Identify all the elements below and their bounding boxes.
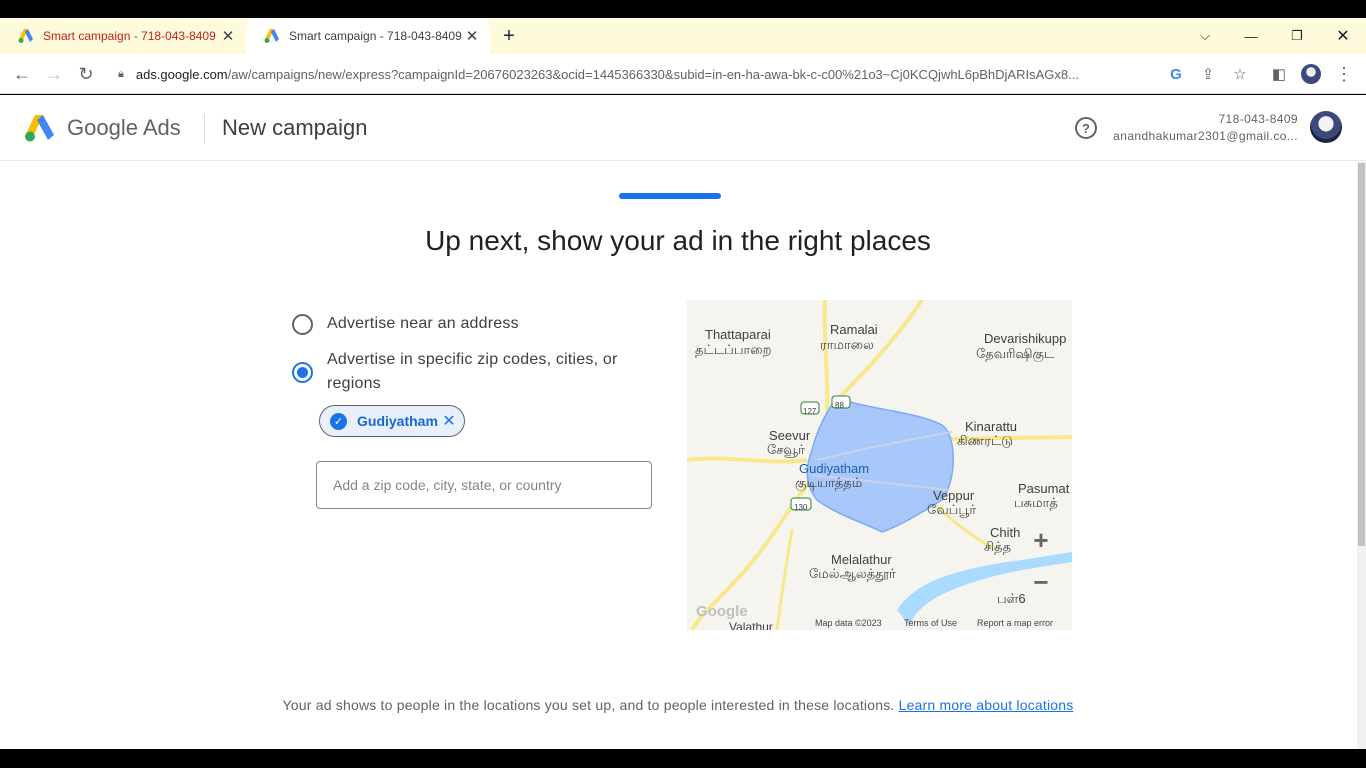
reload-icon[interactable]: ↻ [74,62,98,86]
close-window-icon[interactable]: ✕ [1320,18,1366,54]
zoom-out-button[interactable]: − [1030,569,1052,595]
map-label: Melalathur [831,552,892,567]
route-shield-label: 127 [803,407,817,416]
share-icon[interactable]: ⇪ [1196,62,1220,86]
zoom-in-button[interactable]: + [1030,527,1052,553]
map-label: குடியாத்தம் [795,475,863,490]
learn-more-locations-link[interactable]: Learn more about locations [899,697,1074,713]
map-label: Seevur [769,428,811,443]
lock-icon: 🔒︎ [118,67,124,80]
side-panel-icon[interactable]: ◧ [1267,62,1291,86]
remove-location-icon[interactable]: ✕ [438,411,460,431]
radio-advertise-specific-regions[interactable] [292,362,313,383]
location-chip[interactable]: ✓ Gudiyatham ✕ [319,405,465,437]
account-email: anandhakumar2301@gmail.co... [1113,129,1298,143]
map-label: Thattaparai [705,327,771,342]
profile-avatar-icon[interactable] [1299,62,1323,86]
tab-smart-campaign-1[interactable]: Smart campaign - 718-043-8409 ✕ [0,18,246,54]
bookmark-star-icon[interactable]: ☆ [1228,62,1252,86]
more-menu-icon[interactable]: ⋮ [1332,62,1356,86]
scrollbar-thumb[interactable] [1358,163,1365,546]
map-label: தேவரிஷிகுட [976,346,1055,361]
close-tab-icon[interactable]: ✕ [464,27,480,45]
app-header: Google Ads New campaign ? 718-043-8409 a… [0,95,1366,161]
location-search-input[interactable] [316,461,652,509]
report-map-error-link[interactable]: Report a map error [977,618,1053,628]
radio-advertise-near-address[interactable] [292,314,313,335]
account-info[interactable]: 718-043-8409 anandhakumar2301@gmail.co..… [1113,111,1298,145]
map-label: Valathur [729,620,773,630]
url-field[interactable]: 🔒︎ ads.google.com /aw/campaigns/new/expr… [118,54,1158,94]
map-terms-link[interactable]: Terms of Use [904,618,957,628]
top-black-bar [0,0,1366,18]
screen: Smart campaign - 718-043-8409 ✕ Smart ca… [0,0,1366,768]
map-label: Pasumat [1018,481,1070,496]
map-label: மேல்ஆலத்தூர் [809,566,896,581]
map-label: வேப்பூர் [927,502,977,517]
map-label: Chith [990,525,1021,540]
option-label-address[interactable]: Advertise near an address [327,312,519,336]
map-label: சேவூர் [767,442,805,457]
tab-smart-campaign-2[interactable]: Smart campaign - 718-043-8409 ✕ [246,18,490,54]
step-progress-bar [619,193,721,199]
forward-arrow-icon[interactable]: → [42,62,66,86]
map-label: Veppur [933,488,975,503]
google-ads-favicon-icon [18,29,33,43]
restore-window-icon[interactable]: ❐ [1274,18,1320,54]
location-chip-label: Gudiyatham [357,413,438,429]
help-icon[interactable]: ? [1075,117,1097,139]
map-label: Ramalai [830,322,878,337]
address-bar: ← → ↻ 🔒︎ ads.google.com /aw/campaigns/ne… [0,54,1366,94]
tab-strip: Smart campaign - 718-043-8409 ✕ Smart ca… [0,18,1366,54]
tab-title: Smart campaign - 718-043-8409 [43,29,216,43]
map-label: ராமாலை [820,337,874,352]
google-map-logo: Google [696,603,748,620]
location-disclaimer: Your ad shows to people in the locations… [0,695,1356,715]
google-ads-app: Google Ads New campaign ? 718-043-8409 a… [0,95,1366,749]
page-title: New campaign [222,115,368,140]
url-path: /aw/campaigns/new/express?campaignId=206… [227,66,1079,82]
tab-search-chevron-icon[interactable]: ⌵ [1182,18,1228,54]
checkmark-icon: ✓ [330,412,347,430]
route-shield-label: 88 [835,401,844,410]
url-host: ads.google.com [135,66,228,82]
map-label: Devarishikupp [984,331,1067,346]
map-label: சித்த [984,539,1012,554]
location-map[interactable]: 127 88 130 Thattaparai தட்டப்பாறை Ramala… [687,300,1072,630]
google-ads-logo-icon[interactable] [24,113,56,143]
map-label: Gudiyatham [799,461,870,476]
header-divider [204,114,205,144]
account-avatar[interactable] [1310,111,1342,143]
back-arrow-icon[interactable]: ← [10,62,34,86]
map-data-attribution: Map data ©2023 [815,618,882,628]
tab-title: Smart campaign - 718-043-8409 [289,29,462,43]
close-tab-icon[interactable]: ✕ [220,27,236,45]
account-id: 718-043-8409 [1218,112,1298,126]
section-heading: Up next, show your ad in the right place… [425,225,931,256]
map-label: Kinarattu [965,419,1018,434]
map-label: பசுமாத் [1014,495,1058,510]
route-shield-label: 130 [794,503,808,512]
brand-name: Google Ads [67,115,181,140]
minimize-window-icon[interactable]: — [1228,18,1274,54]
new-tab-button[interactable]: + [498,18,520,54]
map-label: தட்டப்பாறை [695,342,772,357]
option-label-regions[interactable]: Advertise in specific zip codes, cities,… [327,348,647,396]
google-lens-icon[interactable]: G [1164,62,1188,86]
disclaimer-text: Your ad shows to people in the locations… [282,697,895,713]
google-ads-favicon-icon [264,29,279,43]
map-label: கிணரட்டு [957,433,1013,448]
map-label: பள்6 [997,591,1026,606]
bottom-black-bar [0,749,1366,768]
